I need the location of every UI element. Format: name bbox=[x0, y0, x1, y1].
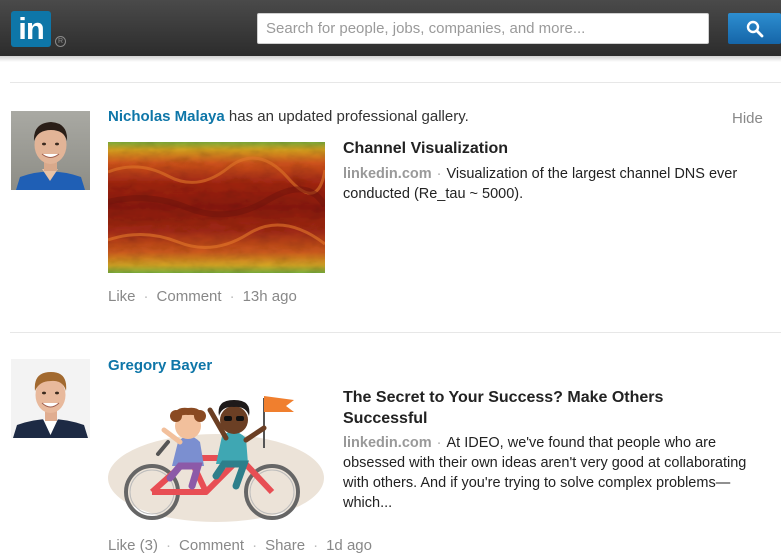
like-button[interactable]: Like bbox=[108, 288, 136, 305]
source-domain[interactable]: linkedin.com bbox=[343, 435, 432, 451]
action-separator: · bbox=[252, 537, 258, 554]
registered-mark: R bbox=[55, 36, 66, 47]
search-button[interactable] bbox=[728, 13, 781, 44]
article-thumbnail[interactable] bbox=[108, 386, 325, 522]
activity-text: has an updated professional gallery. bbox=[224, 108, 469, 125]
timestamp: 13h ago bbox=[242, 288, 297, 305]
top-navigation-bar: in R bbox=[0, 0, 781, 56]
source-domain[interactable]: linkedin.com bbox=[343, 166, 432, 182]
search-input[interactable] bbox=[257, 13, 709, 44]
action-separator: · bbox=[229, 288, 235, 305]
profile-photo-image bbox=[11, 359, 90, 438]
action-separator: · bbox=[143, 288, 149, 305]
avatar-nicholas-malaya[interactable] bbox=[11, 111, 90, 190]
post-title-link[interactable]: The Secret to Your Success? Make Others … bbox=[343, 387, 723, 429]
share-button[interactable]: Share bbox=[265, 537, 305, 554]
search-icon bbox=[746, 20, 764, 38]
tandem-bicycle-illustration bbox=[108, 386, 325, 522]
action-separator: · bbox=[166, 537, 172, 554]
feed-item-headline: Nicholas Malaya has an updated professio… bbox=[108, 108, 469, 125]
linkedin-logo[interactable]: in bbox=[11, 11, 51, 47]
hide-button[interactable]: Hide bbox=[732, 110, 763, 127]
author-link[interactable]: Gregory Bayer bbox=[108, 357, 212, 374]
feed-item-actions: Like · Comment · 13h ago bbox=[108, 288, 297, 305]
timestamp: 1d ago bbox=[326, 537, 372, 554]
channel-visualization-image bbox=[108, 142, 325, 273]
author-link[interactable]: Nicholas Malaya bbox=[108, 108, 225, 125]
feed-item-actions: Like (3) · Comment · Share · 1d ago bbox=[108, 537, 372, 554]
action-separator: · bbox=[313, 537, 319, 554]
like-button[interactable]: Like (3) bbox=[108, 537, 158, 554]
profile-photo-image bbox=[11, 111, 90, 190]
post-snippet: linkedin.com · Visualization of the larges… bbox=[343, 164, 758, 204]
post-title-link[interactable]: Channel Visualization bbox=[343, 138, 763, 159]
comment-button[interactable]: Comment bbox=[179, 537, 244, 554]
feed-divider bbox=[10, 332, 781, 333]
comment-button[interactable]: Comment bbox=[157, 288, 222, 305]
avatar-gregory-bayer[interactable] bbox=[11, 359, 90, 438]
separator: · bbox=[436, 435, 442, 451]
gallery-thumbnail[interactable] bbox=[108, 142, 325, 273]
post-snippet: linkedin.com · At IDEO, we've found that p… bbox=[343, 433, 758, 513]
header-shadow bbox=[0, 56, 781, 62]
separator: · bbox=[436, 166, 442, 182]
feed-item-headline: Gregory Bayer bbox=[108, 357, 212, 374]
feed-divider bbox=[10, 82, 781, 83]
